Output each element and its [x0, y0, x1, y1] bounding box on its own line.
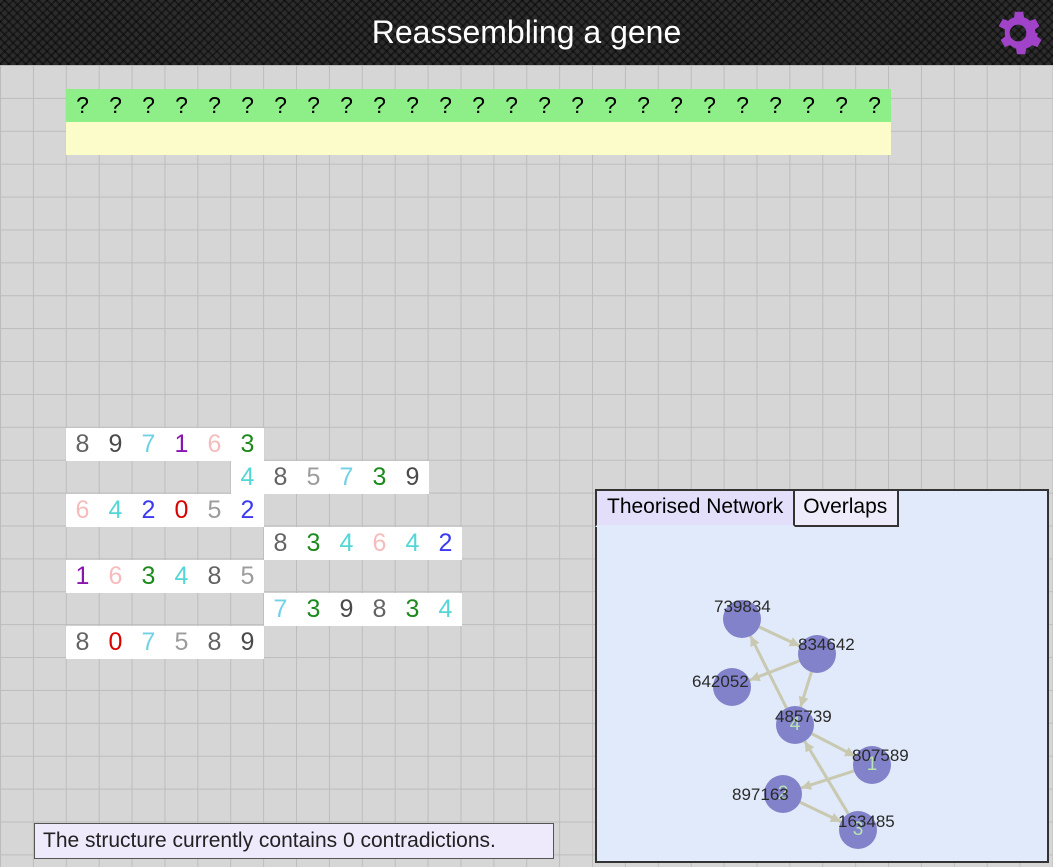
digit-cell: 1 [66, 560, 99, 593]
target-cell: ? [726, 89, 759, 122]
target-cell: ? [165, 89, 198, 122]
digit-cell: 3 [231, 428, 264, 461]
digit-cell: 7 [132, 428, 165, 461]
target-cell: ? [561, 89, 594, 122]
digit-cell: 8 [198, 626, 231, 659]
fragment-642052[interactable]: 642052 [66, 494, 264, 527]
target-cell: ? [264, 89, 297, 122]
node-label: 485739 [775, 707, 832, 727]
fragment-897163[interactable]: 897163 [66, 428, 264, 461]
digit-cell: 7 [330, 461, 363, 494]
digit-cell: 4 [99, 494, 132, 527]
target-cell: ? [132, 89, 165, 122]
overlay-panel: Theorised Network Overlaps 739834 834642 6… [595, 489, 1049, 863]
fragment-485739[interactable]: 485739 [231, 461, 429, 494]
fragment-834642[interactable]: 834642 [264, 527, 462, 560]
target-cell: ? [396, 89, 429, 122]
digit-cell: 3 [396, 593, 429, 626]
digit-cell: 8 [264, 461, 297, 494]
digit-cell: 7 [264, 593, 297, 626]
digit-cell: 3 [297, 593, 330, 626]
digit-cell: 8 [66, 626, 99, 659]
digit-cell: 5 [231, 560, 264, 593]
target-cell: ? [759, 89, 792, 122]
node-label: 739834 [714, 597, 771, 617]
target-cell: ? [858, 89, 891, 122]
hint-row [66, 122, 891, 155]
digit-cell: 2 [231, 494, 264, 527]
fragment-163485[interactable]: 163485 [66, 560, 264, 593]
digit-cell: 9 [99, 428, 132, 461]
digit-cell: 3 [132, 560, 165, 593]
digit-cell: 0 [99, 626, 132, 659]
node-label: 642052 [692, 672, 749, 692]
digit-cell: 9 [396, 461, 429, 494]
game-board[interactable]: ????????????????????????? 89716348573964… [0, 65, 1053, 867]
digit-cell: 8 [66, 428, 99, 461]
target-cell: ? [594, 89, 627, 122]
target-cell: ? [297, 89, 330, 122]
target-cell: ? [627, 89, 660, 122]
digit-cell: 4 [396, 527, 429, 560]
digit-cell: 6 [198, 428, 231, 461]
digit-cell: 4 [231, 461, 264, 494]
node-label: 897163 [732, 785, 789, 805]
node-label: 807589 [852, 746, 909, 766]
settings-button[interactable] [993, 8, 1043, 66]
target-cell: ? [495, 89, 528, 122]
tab-overlaps[interactable]: Overlaps [791, 489, 899, 527]
digit-cell: 6 [99, 560, 132, 593]
digit-cell: 9 [231, 626, 264, 659]
digit-cell: 6 [363, 527, 396, 560]
header: Reassembling a gene [0, 0, 1053, 65]
digit-cell: 8 [363, 593, 396, 626]
target-cell: ? [792, 89, 825, 122]
digit-cell: 7 [132, 626, 165, 659]
status-message: The structure currently contains 0 contr… [34, 823, 554, 859]
target-cell: ? [528, 89, 561, 122]
digit-cell: 8 [198, 560, 231, 593]
digit-cell: 3 [363, 461, 396, 494]
fragment-739834[interactable]: 739834 [264, 593, 462, 626]
node-label: 834642 [798, 635, 855, 655]
digit-cell: 3 [297, 527, 330, 560]
target-cell: ? [429, 89, 462, 122]
digit-cell: 6 [66, 494, 99, 527]
digit-cell: 4 [330, 527, 363, 560]
target-cell: ? [693, 89, 726, 122]
target-cell: ? [462, 89, 495, 122]
digit-cell: 5 [198, 494, 231, 527]
target-cell: ? [198, 89, 231, 122]
page-title: Reassembling a gene [372, 14, 682, 51]
target-row: ????????????????????????? [66, 89, 891, 122]
digit-cell: 4 [429, 593, 462, 626]
digit-cell: 2 [132, 494, 165, 527]
tab-theorised-network[interactable]: Theorised Network [595, 489, 795, 527]
digit-cell: 0 [165, 494, 198, 527]
tab-bar: Theorised Network Overlaps [597, 491, 1047, 527]
fragment-807589[interactable]: 807589 [66, 626, 264, 659]
digit-cell: 1 [165, 428, 198, 461]
target-cell: ? [231, 89, 264, 122]
digit-cell: 9 [330, 593, 363, 626]
target-cell: ? [825, 89, 858, 122]
target-cell: ? [330, 89, 363, 122]
gear-icon [993, 29, 1043, 65]
digit-cell: 5 [165, 626, 198, 659]
node-label: 163485 [838, 812, 895, 832]
digit-cell: 8 [264, 527, 297, 560]
target-cell: ? [99, 89, 132, 122]
digit-cell: 2 [429, 527, 462, 560]
target-cell: ? [363, 89, 396, 122]
digit-cell: 5 [297, 461, 330, 494]
digit-cell: 4 [165, 560, 198, 593]
target-cell: ? [66, 89, 99, 122]
network-graph[interactable]: 7398348346426420524485739180758928971633… [597, 527, 1047, 861]
target-cell: ? [660, 89, 693, 122]
